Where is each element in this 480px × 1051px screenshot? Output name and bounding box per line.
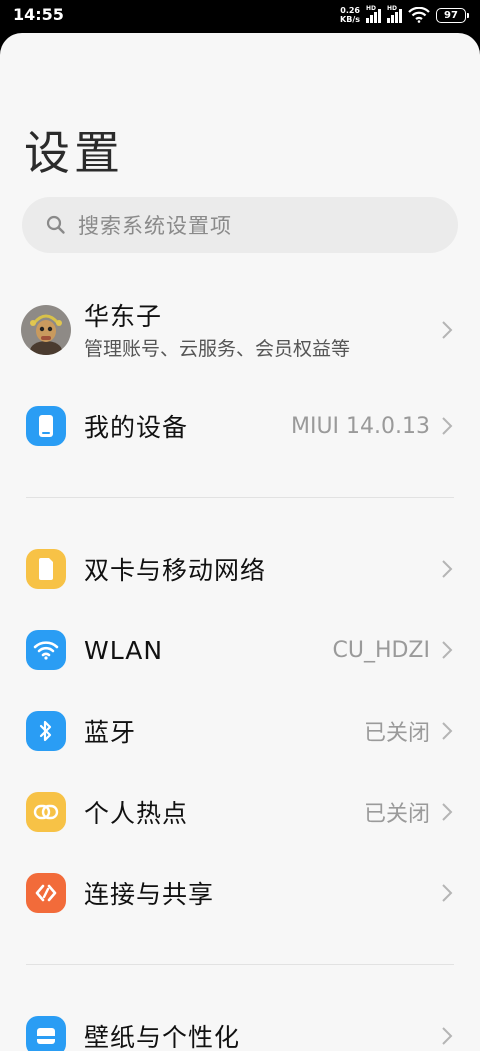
share-icon — [26, 873, 66, 913]
settings-item-label: WLAN — [84, 635, 164, 665]
hotspot-icon — [26, 792, 66, 832]
network-speed-value: 0.26 — [340, 6, 360, 15]
chevron-right-icon — [442, 417, 453, 435]
settings-item-label: 我的设备 — [84, 413, 189, 442]
wifi-status-icon — [408, 7, 430, 23]
section-divider — [26, 497, 454, 498]
sim1-hd-tag: HD — [366, 5, 377, 12]
account-name: 华东子 — [84, 302, 163, 331]
settings-item-label: 双卡与移动网络 — [84, 556, 267, 585]
bluetooth-icon — [26, 711, 66, 751]
chevron-right-icon — [442, 722, 453, 740]
settings-sheet: 设置 搜索系统设置项 华东子 管理账号、云服务、会员权益等 我的设备 MIUI … — [0, 33, 480, 1051]
settings-item-wallpaper[interactable]: 壁纸与个性化 — [0, 1001, 480, 1051]
settings-item-hotspot[interactable]: 个人热点 已关闭 — [0, 777, 480, 847]
search-icon — [46, 215, 65, 234]
wifi-icon — [26, 630, 66, 670]
account-subtitle: 管理账号、云服务、会员权益等 — [84, 338, 351, 360]
settings-item-share[interactable]: 连接与共享 — [0, 858, 480, 928]
settings-item-value: CU_HDZI — [332, 637, 430, 663]
settings-item-value: 已关闭 — [363, 721, 430, 746]
sim2-hd-tag: HD — [387, 5, 398, 12]
settings-item-sim[interactable]: 双卡与移动网络 — [0, 534, 480, 604]
search-placeholder: 搜索系统设置项 — [78, 214, 232, 238]
settings-item-value: 已关闭 — [363, 802, 430, 827]
signal-sim1-icon: HD — [366, 5, 381, 23]
network-speed-unit: KB/s — [340, 15, 360, 24]
settings-item-value: MIUI 14.0.13 — [290, 413, 430, 439]
chevron-right-icon — [442, 884, 453, 902]
chevron-right-icon — [442, 641, 453, 659]
chevron-right-icon — [442, 1027, 453, 1045]
page-title: 设置 — [24, 126, 124, 180]
signal-sim2-icon: HD — [387, 5, 402, 23]
chevron-right-icon — [442, 560, 453, 578]
section-divider — [26, 964, 454, 965]
wallpaper-icon — [26, 1016, 66, 1051]
status-icons: 0.26 KB/s HD HD 97 — [340, 5, 469, 25]
settings-item-wlan[interactable]: WLAN CU_HDZI — [0, 615, 480, 685]
avatar — [21, 305, 71, 355]
status-time: 14:55 — [13, 5, 64, 24]
battery-icon: 97 — [436, 7, 469, 23]
settings-item-my-device[interactable]: 我的设备 MIUI 14.0.13 — [0, 391, 480, 461]
phone-icon — [26, 406, 66, 446]
settings-item-label: 壁纸与个性化 — [84, 1023, 241, 1051]
settings-item-label: 连接与共享 — [84, 880, 215, 909]
settings-item-label: 个人热点 — [84, 799, 189, 828]
chevron-right-icon — [442, 803, 453, 821]
account-row[interactable]: 华东子 管理账号、云服务、会员权益等 — [0, 295, 480, 365]
settings-item-bluetooth[interactable]: 蓝牙 已关闭 — [0, 696, 480, 766]
network-speed: 0.26 KB/s — [340, 6, 360, 24]
search-bar[interactable]: 搜索系统设置项 — [22, 197, 458, 253]
sim-card-icon — [26, 549, 66, 589]
status-bar: 14:55 0.26 KB/s HD HD 97 — [0, 0, 480, 34]
settings-item-label: 蓝牙 — [84, 718, 137, 747]
chevron-right-icon — [442, 321, 453, 339]
